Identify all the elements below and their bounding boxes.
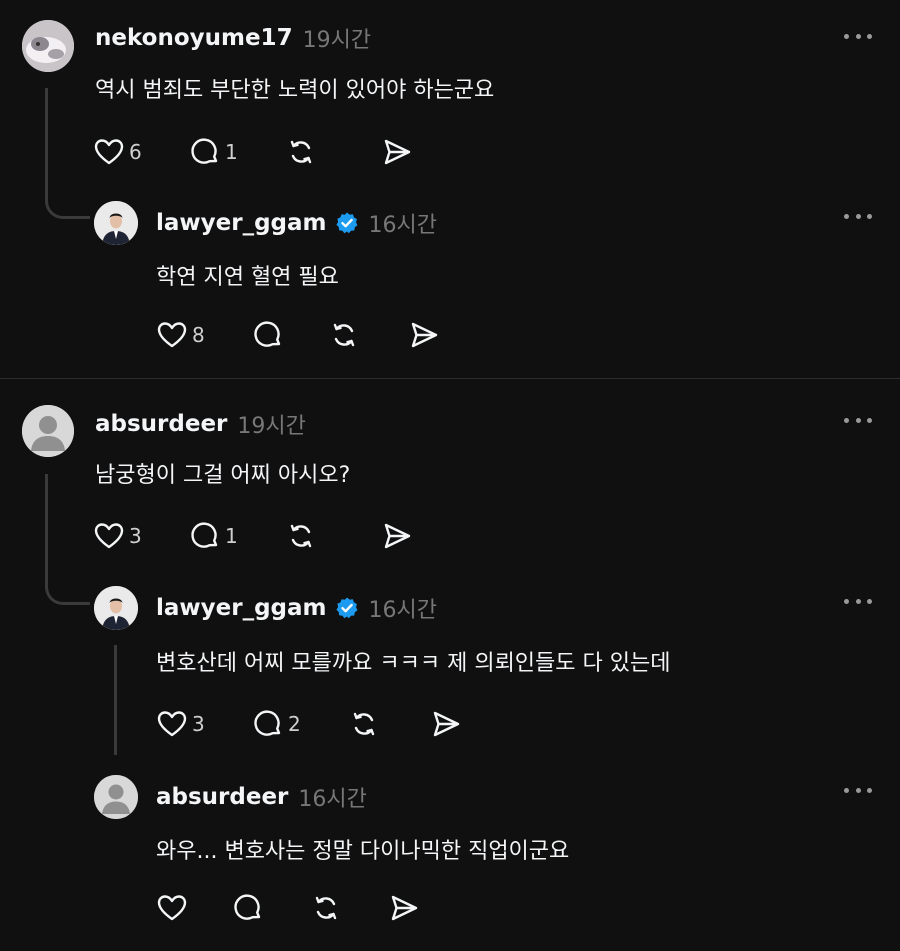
username[interactable]: lawyer_ggam [156,595,327,621]
reply-button[interactable] [252,317,328,353]
repost-icon [290,140,312,164]
repost-icon [290,524,312,548]
timestamp: 16시간 [298,787,367,812]
share-button[interactable] [408,317,504,353]
timestamp: 16시간 [368,598,437,623]
send-icon [391,895,418,921]
more-options-icon[interactable] [844,596,872,606]
username[interactable]: nekonoyume17 [95,25,293,51]
reply-button[interactable]: 2 [252,706,348,742]
comment-text: 남궁형이 그걸 어찌 아시오? [95,463,351,488]
repost-button[interactable] [348,706,430,742]
verified-badge-icon [335,596,359,620]
share-button[interactable] [388,890,484,926]
send-icon [433,711,460,737]
heart-icon [157,711,187,737]
like-count: 6 [129,140,142,164]
username[interactable]: absurdeer [156,784,288,810]
share-button[interactable] [430,706,526,742]
like-count: 3 [192,712,205,736]
repost-button[interactable] [328,317,408,353]
send-icon [411,322,438,348]
more-options-icon[interactable] [844,211,872,221]
comment-icon [191,522,218,548]
verified-badge-icon [335,211,359,235]
timestamp: 16시간 [368,213,437,238]
repost-icon [315,896,337,920]
reply-button[interactable]: 1 [189,134,285,170]
send-icon [384,139,411,165]
comment-icon [254,321,281,347]
reply-count: 1 [225,524,238,548]
repost-button[interactable] [285,518,381,554]
heart-icon [94,523,124,549]
comment-icon [254,710,281,736]
repost-button[interactable] [310,890,388,926]
repost-button[interactable] [285,134,381,170]
reply-count: 1 [225,140,238,164]
like-button[interactable]: 8 [156,317,252,353]
comment-icon [234,894,261,920]
thread-connector [114,645,117,755]
timestamp: 19시간 [302,28,372,53]
comment-text: 와우... 변호사는 정말 다이나믹한 직업이군요 [156,839,570,864]
like-button[interactable] [156,890,232,926]
repost-icon [333,323,355,347]
like-count: 3 [129,524,142,548]
like-button[interactable]: 3 [156,706,252,742]
username[interactable]: absurdeer [95,411,227,437]
like-button[interactable]: 3 [93,518,189,554]
like-count: 8 [192,323,205,347]
thread-connector [45,88,90,219]
reply-button[interactable] [232,890,310,926]
more-options-icon[interactable] [844,415,872,425]
avatar-absurdeer[interactable] [22,405,74,457]
avatar-lawyer-ggam[interactable] [94,586,138,630]
comment-text: 학연 지연 혈연 필요 [156,265,339,290]
heart-icon [94,139,124,165]
avatar-absurdeer[interactable] [94,775,138,819]
like-button[interactable]: 6 [93,134,189,170]
reply-count: 2 [288,712,301,736]
threads-comment-page: nekonoyume17 19시간 역시 범죄도 부단한 노력이 있어야 하는군… [0,0,900,951]
thread-connector [45,474,90,605]
share-button[interactable] [381,134,477,170]
avatar-lawyer-ggam[interactable] [94,201,138,245]
comment-text: 변호산데 어찌 모를까요 ㅋㅋㅋ 제 의뢰인들도 다 있는데 [156,651,671,676]
heart-icon [157,322,187,348]
avatar-nekonoyume17[interactable] [22,20,74,72]
repost-icon [353,712,375,736]
thread-divider [0,378,900,379]
more-options-icon[interactable] [844,31,872,41]
username[interactable]: lawyer_ggam [156,210,327,236]
comment-icon [191,138,218,164]
send-icon [384,523,411,549]
share-button[interactable] [381,518,477,554]
heart-icon [157,895,187,921]
reply-button[interactable]: 1 [189,518,285,554]
timestamp: 19시간 [237,414,306,439]
comment-text: 역시 범죄도 부단한 노력이 있어야 하는군요 [95,78,495,103]
more-options-icon[interactable] [844,785,872,795]
